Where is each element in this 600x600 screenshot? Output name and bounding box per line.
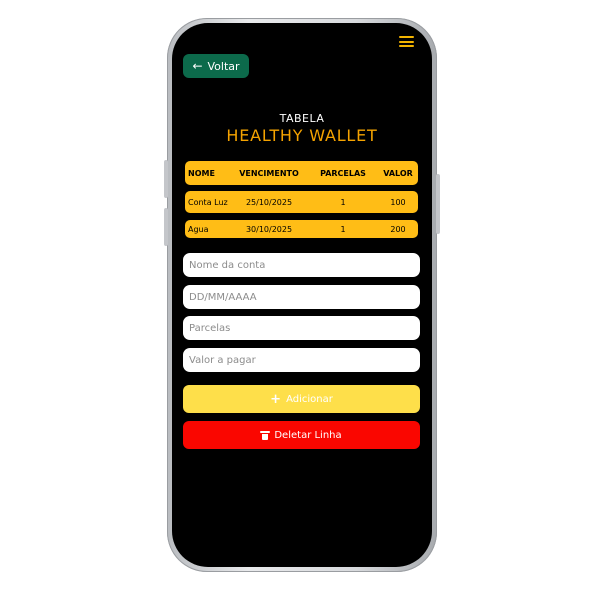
back-button-label: Voltar [207,59,240,73]
cell-valor: 100 [390,197,406,207]
hamburger-menu-icon[interactable] [399,36,414,47]
account-name-input[interactable] [183,253,420,277]
amount-input[interactable] [183,348,420,372]
table-row[interactable]: Conta Luz 25/10/2025 1 100 [185,191,418,213]
volume-down-button [164,208,168,246]
plus-icon: + [270,391,282,407]
table-header: NOME VENCIMENTO PARCELAS VALOR [185,161,418,185]
installments-input[interactable] [183,316,420,340]
cell-nome: Agua [188,224,209,234]
back-button[interactable]: ← Voltar [183,54,249,78]
cell-vencimento: 30/10/2025 [245,224,293,234]
column-header-parcelas: PARCELAS [320,168,366,178]
cell-vencimento: 25/10/2025 [245,197,293,207]
column-header-nome: NOME [188,168,215,178]
add-button-label: Adicionar [286,393,333,405]
table-row[interactable]: Agua 30/10/2025 1 200 [185,220,418,238]
column-header-valor: VALOR [383,168,413,178]
volume-up-button [164,160,168,198]
delete-row-button[interactable]: Deletar Linha [183,421,420,449]
column-header-vencimento: VENCIMENTO [239,168,299,178]
cell-nome: Conta Luz [188,197,228,207]
cell-parcelas: 1 [340,197,346,207]
cell-parcelas: 1 [340,224,346,234]
page-subtitle: TABELA [279,112,325,125]
add-button[interactable]: + Adicionar [183,385,420,413]
due-date-input[interactable] [183,285,420,309]
power-button [436,174,440,234]
arrow-left-icon: ← [192,59,203,73]
delete-button-label: Deletar Linha [274,429,342,441]
cell-valor: 200 [390,224,406,234]
trash-icon [260,430,271,440]
page-title: HEALTHY WALLET [226,126,378,145]
